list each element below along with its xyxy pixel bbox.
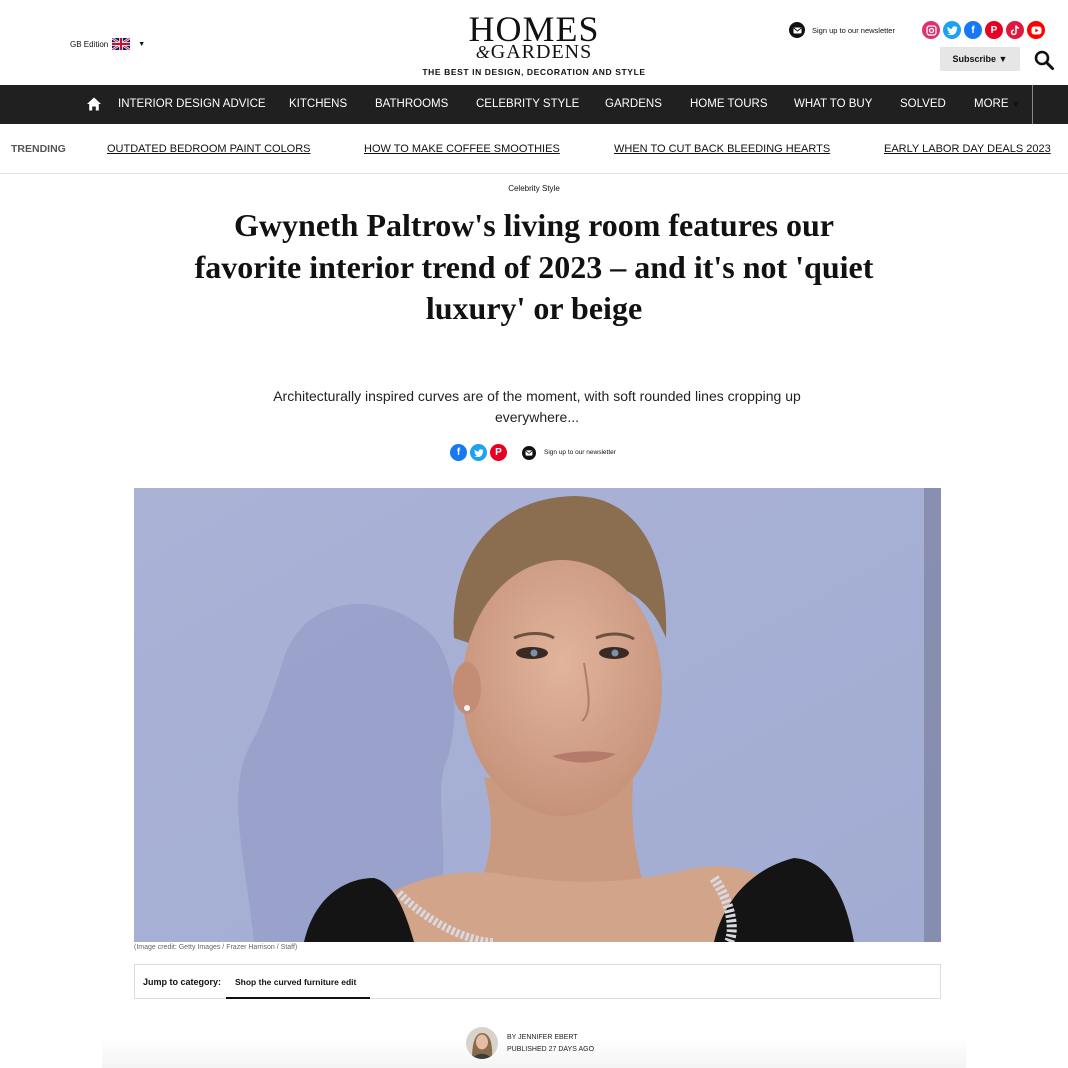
- twitter-share-icon[interactable]: [470, 444, 487, 461]
- youtube-icon[interactable]: [1027, 21, 1045, 39]
- nav-item-interior-design-advice[interactable]: INTERIOR DESIGN ADVICE: [118, 85, 266, 124]
- publish-date: PUBLISHED 27 DAYS AGO: [507, 1046, 595, 1053]
- mail-icon: [789, 22, 805, 38]
- trending-link[interactable]: OUTDATED BEDROOM PAINT COLORS: [107, 143, 311, 155]
- nav-item-solved[interactable]: SOLVED: [900, 85, 946, 124]
- nav-item-home-tours[interactable]: HOME TOURS: [690, 85, 768, 124]
- nav-item-what-to-buy[interactable]: WHAT TO BUY: [794, 85, 872, 124]
- main-nav: INTERIOR DESIGN ADVICE KITCHENS BATHROOM…: [0, 85, 1068, 124]
- mail-icon: [522, 445, 536, 460]
- search-icon[interactable]: [1033, 49, 1055, 71]
- trending-bar: TRENDING OUTDATED BEDROOM PAINT COLORS H…: [0, 124, 1068, 174]
- subscribe-button[interactable]: Subscribe ▼: [940, 47, 1020, 71]
- share-bar: f P Sign up to our newsletter: [450, 444, 616, 461]
- nav-item-more[interactable]: MORE ▼: [974, 85, 1020, 124]
- logo-gardens-text: GARDENS: [490, 41, 593, 63]
- hero-photo: [134, 488, 941, 942]
- site-tagline: THE BEST IN DESIGN, DECORATION AND STYLE: [422, 67, 646, 77]
- pinterest-share-icon[interactable]: P: [490, 444, 507, 461]
- article-standfirst: Architecturally inspired curves are of t…: [273, 388, 801, 425]
- hero-image: [134, 488, 941, 942]
- image-credit: (Image credit: Getty Images / Frazer Har…: [134, 944, 298, 951]
- nav-item-celebrity-style[interactable]: CELEBRITY STYLE: [476, 85, 579, 124]
- facebook-icon[interactable]: f: [964, 21, 982, 39]
- trending-link[interactable]: HOW TO MAKE COFFEE SMOOTHIES: [364, 143, 560, 155]
- tiktok-icon[interactable]: [1006, 21, 1024, 39]
- trending-link[interactable]: EARLY LABOR DAY DEALS 2023: [884, 143, 1051, 155]
- nav-item-bathrooms[interactable]: BATHROOMS: [375, 85, 448, 124]
- newsletter-share-label: Sign up to our newsletter: [544, 449, 616, 456]
- trending-link[interactable]: WHEN TO CUT BACK BLEEDING HEARTS: [614, 143, 830, 155]
- site-logo[interactable]: HOMES &GARDENS: [0, 11, 1068, 63]
- author-avatar[interactable]: [466, 1027, 498, 1059]
- newsletter-share-link[interactable]: Sign up to our newsletter: [522, 445, 616, 460]
- nav-more-label: MORE: [974, 98, 1009, 110]
- trending-label: TRENDING: [11, 143, 66, 155]
- twitter-icon[interactable]: [943, 21, 961, 39]
- pinterest-icon[interactable]: P: [985, 21, 1003, 39]
- newsletter-signup-link[interactable]: Sign up to our newsletter: [789, 22, 895, 38]
- chevron-down-icon: ▼: [1011, 99, 1021, 109]
- nav-divider: [1032, 85, 1033, 124]
- jump-to-category: Jump to category: Shop the curved furnit…: [134, 964, 941, 999]
- jump-active-underline: [226, 997, 370, 999]
- logo-ampersand: &: [475, 42, 491, 62]
- home-icon[interactable]: [86, 96, 102, 112]
- jump-link-curved-furniture[interactable]: Shop the curved furniture edit: [235, 977, 356, 987]
- newsletter-label: Sign up to our newsletter: [812, 25, 895, 35]
- author-name[interactable]: BY JENNIFER EBERT: [507, 1034, 578, 1041]
- logo-gardens: &GARDENS: [0, 41, 1068, 63]
- byline-bar: [102, 1038, 966, 1068]
- jump-label: Jump to category:: [143, 977, 222, 987]
- nav-item-kitchens[interactable]: KITCHENS: [289, 85, 347, 124]
- facebook-share-icon[interactable]: f: [450, 444, 467, 461]
- social-links: f P: [922, 21, 1045, 39]
- article-category[interactable]: Celebrity Style: [0, 184, 1068, 193]
- nav-item-gardens[interactable]: GARDENS: [605, 85, 662, 124]
- instagram-icon[interactable]: [922, 21, 940, 39]
- article-headline: Gwyneth Paltrow's living room features o…: [194, 207, 874, 326]
